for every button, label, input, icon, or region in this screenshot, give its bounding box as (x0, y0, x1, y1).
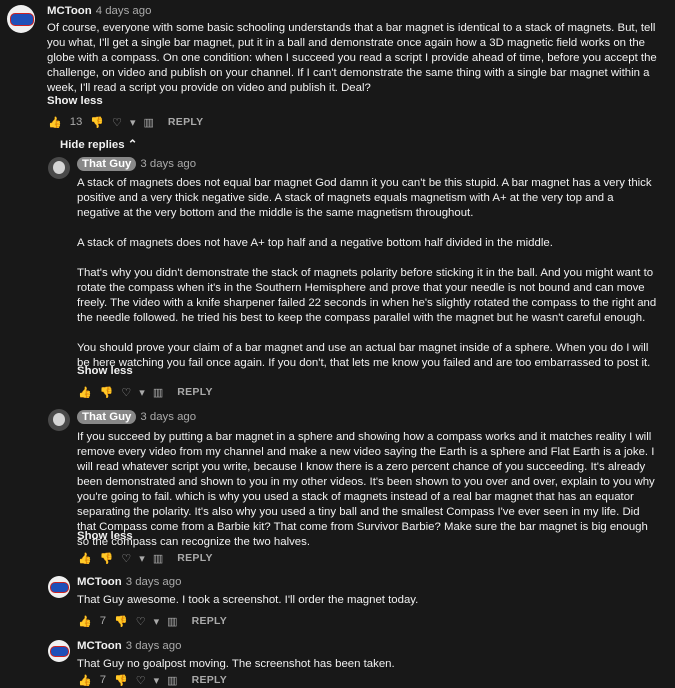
comment-text: If you succeed by putting a bar magnet i… (77, 431, 655, 548)
channel-logo (50, 582, 69, 593)
heart-icon[interactable]: ♡ (136, 674, 146, 687)
show-less-link[interactable]: Show less (77, 530, 133, 542)
reply-button[interactable]: REPLY (168, 116, 204, 128)
heart-icon[interactable]: ♡ (112, 116, 122, 129)
thumbs-down-icon[interactable]: 👎 (114, 674, 128, 687)
comment-author[interactable]: MCToon (77, 576, 122, 588)
comment-time[interactable]: 3 days ago (140, 411, 196, 423)
comment-text: A stack of magnets does not equal bar ma… (77, 177, 657, 369)
comment-time[interactable]: 3 days ago (126, 640, 182, 652)
heart-icon[interactable]: ♡ (136, 615, 146, 628)
comment-author[interactable]: MCToon (77, 640, 122, 652)
heart-icon[interactable]: ♡ (121, 386, 131, 399)
reply-button[interactable]: REPLY (192, 674, 228, 686)
avatar[interactable] (48, 640, 70, 662)
thumbs-up-icon[interactable]: 👍 (48, 116, 62, 129)
reply-button[interactable]: REPLY (192, 615, 228, 627)
like-count: 13 (69, 116, 83, 128)
comment-time[interactable]: 3 days ago (140, 158, 196, 170)
thumbs-down-icon[interactable]: 👎 (114, 615, 128, 628)
like-count: 7 (99, 674, 107, 686)
stats-icon[interactable]: ▥ (167, 674, 177, 687)
show-less-link[interactable]: Show less (77, 365, 133, 377)
reply-button[interactable]: REPLY (177, 552, 213, 564)
reply-button[interactable]: REPLY (177, 386, 213, 398)
profile-face (53, 413, 65, 426)
comment-text: Of course, everyone with some basic scho… (47, 22, 657, 94)
thumbs-down-icon[interactable]: 👎 (100, 386, 114, 399)
comment-text: That Guy no goalpost moving. The screens… (77, 658, 395, 670)
thumbs-up-icon[interactable]: 👍 (78, 615, 92, 628)
thumbs-down-icon[interactable]: 👎 (100, 552, 114, 565)
dropdown-arrow-icon[interactable]: ▾ (130, 116, 136, 129)
channel-logo (50, 646, 69, 657)
comment-author[interactable]: That Guy (77, 410, 137, 424)
thumbs-down-icon[interactable]: 👎 (90, 116, 104, 129)
comment-author[interactable]: That Guy (77, 157, 137, 171)
avatar[interactable] (48, 157, 70, 179)
dropdown-arrow-icon[interactable]: ▾ (154, 615, 160, 628)
dropdown-arrow-icon[interactable]: ▾ (154, 674, 160, 687)
hide-replies-button[interactable]: Hide replies ⌃ (60, 137, 137, 151)
stats-icon[interactable]: ▥ (167, 615, 177, 628)
avatar[interactable] (48, 409, 70, 431)
comment-actions: 👍 13 👎 ♡ ▾ ▥ REPLY (48, 114, 203, 130)
stats-icon[interactable]: ▥ (153, 386, 163, 399)
show-less-link[interactable]: Show less (47, 95, 103, 107)
comment-actions: 👍 👎 ♡ ▾ ▥ REPLY (78, 550, 213, 566)
avatar[interactable] (7, 5, 35, 33)
chevron-up-icon: ⌃ (127, 139, 138, 151)
dropdown-arrow-icon[interactable]: ▾ (139, 386, 145, 399)
thumbs-up-icon[interactable]: 👍 (78, 674, 92, 687)
dropdown-arrow-icon[interactable]: ▾ (139, 552, 145, 565)
stats-icon[interactable]: ▥ (153, 552, 163, 565)
comment-actions: 👍 7 👎 ♡ ▾ ▥ REPLY (78, 672, 227, 688)
thumbs-up-icon[interactable]: 👍 (78, 552, 92, 565)
comment-author[interactable]: MCToon (47, 5, 92, 17)
comment-text: That Guy awesome. I took a screenshot. I… (77, 594, 419, 606)
comment-time[interactable]: 3 days ago (126, 576, 182, 588)
thumbs-up-icon[interactable]: 👍 (78, 386, 92, 399)
like-count: 7 (99, 615, 107, 627)
channel-logo (10, 13, 34, 26)
comment-time[interactable]: 4 days ago (96, 5, 152, 17)
avatar[interactable] (48, 576, 70, 598)
profile-face (53, 161, 65, 174)
heart-icon[interactable]: ♡ (121, 552, 131, 565)
stats-icon[interactable]: ▥ (143, 116, 153, 129)
comment-actions: 👍 7 👎 ♡ ▾ ▥ REPLY (78, 613, 227, 629)
comment-actions: 👍 👎 ♡ ▾ ▥ REPLY (78, 384, 213, 400)
